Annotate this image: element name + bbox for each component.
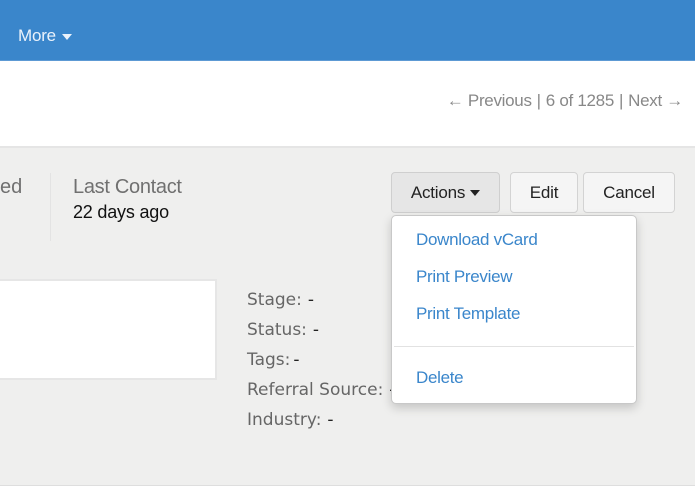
last-contact-stat: Last Contact 22 days ago [73,176,182,223]
field-label: Tags: [247,350,291,370]
caret-down-icon [61,34,72,40]
menu-item-delete[interactable]: Delete [416,368,464,388]
menu-divider [394,346,634,347]
field-industry: Industry: - [247,405,395,435]
field-label: Referral Source: [247,380,384,400]
next-link[interactable]: Next → [628,91,683,111]
last-contact-label: Last Contact [73,176,182,198]
field-status: Status: - [247,315,395,345]
record-position: 6 of 1285 [545,91,615,110]
field-tags: Tags: - [247,345,395,375]
last-contact-value: 22 days ago [73,202,169,222]
top-nav-bar: More [0,0,695,61]
cancel-button[interactable]: Cancel [583,172,675,213]
field-value: - [327,410,334,430]
pager-separator: | [536,91,541,110]
caret-down-icon [470,189,481,196]
field-stage: Stage: - [247,285,395,315]
previous-link[interactable]: ← Previous [447,91,532,111]
content-box [0,279,217,380]
menu-item-print-preview[interactable]: Print Preview [416,267,513,287]
record-pager: ← Previous | 6 of 1285 | Next → [447,91,684,111]
field-label: Status: [247,320,307,340]
record-fields: Stage: - Status: - Tags: - Referral Source:… [247,285,395,435]
menu-item-download-vcard[interactable]: Download vCard [416,230,538,250]
field-label: Stage: [247,290,302,310]
pager-separator: | [618,91,624,110]
stat-divider [50,173,51,241]
field-value: - [293,350,300,370]
field-value: - [312,320,320,340]
actions-dropdown-button[interactable]: Actions [391,172,500,213]
actions-dropdown-menu: Download vCard Print Preview Print Templ… [391,215,637,404]
field-referral-source: Referral Source:- [247,375,395,405]
edit-button[interactable]: Edit [510,172,578,213]
more-menu-label: More [18,26,56,45]
truncated-stat-label: ed [0,176,23,198]
field-label: Industry: [247,410,322,430]
menu-item-print-template[interactable]: Print Template [416,304,520,324]
actions-label: Actions [410,182,466,202]
field-value: - [307,290,314,310]
more-menu-button[interactable]: More [18,26,72,46]
